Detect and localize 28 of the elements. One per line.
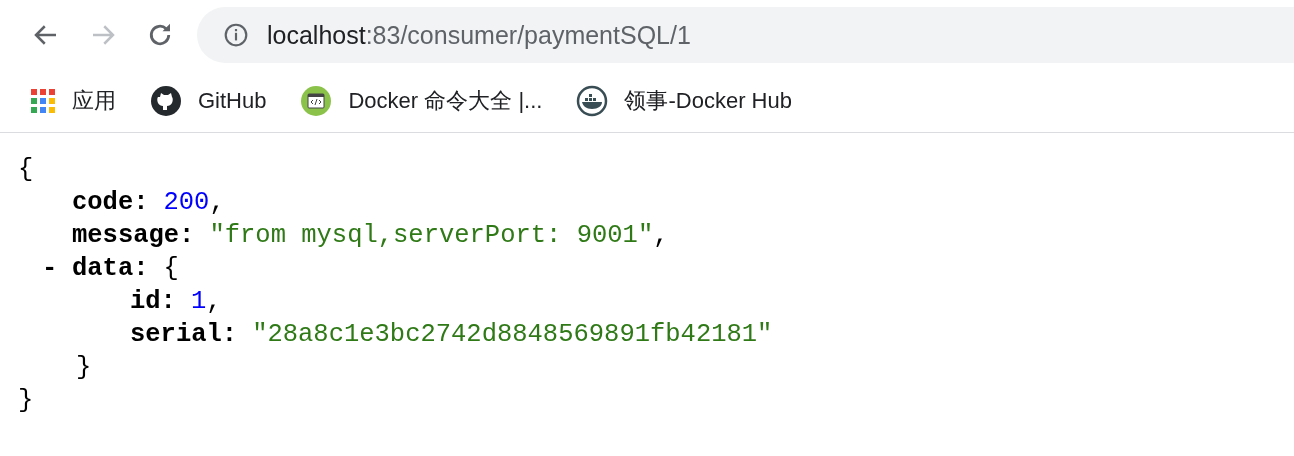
brace: } — [18, 386, 34, 415]
collapse-toggle[interactable]: - — [42, 252, 58, 285]
address-bar[interactable]: localhost:83/consumer/paymentSQL/1 — [197, 7, 1294, 63]
json-key: serial: — [130, 320, 238, 349]
bookmark-item[interactable]: GitHub — [150, 85, 267, 117]
brace: { — [163, 254, 179, 283]
json-value: "from mysql,serverPort: 9001" — [209, 221, 654, 250]
comma: , — [206, 287, 222, 316]
json-value: 1 — [190, 287, 207, 316]
whale-icon — [576, 85, 609, 117]
url-text: localhost:83/consumer/paymentSQL/1 — [267, 20, 691, 50]
brace: } — [76, 353, 92, 382]
apps-grid-icon — [30, 88, 56, 114]
comma: , — [209, 188, 225, 217]
code-window-icon — [300, 85, 333, 117]
json-key: id: — [130, 287, 176, 316]
json-value: 200 — [163, 188, 210, 217]
info-icon — [223, 22, 249, 48]
bookmark-item[interactable]: 领事-Docker Hub — [576, 85, 792, 117]
json-key: message: — [72, 221, 195, 250]
json-key: code: — [72, 188, 149, 217]
json-key: data: — [72, 254, 149, 283]
json-value: "28a8c1e3bc2742d8848569891fb42181" — [252, 320, 773, 349]
bookmark-item[interactable]: 应用 — [30, 86, 116, 116]
brace: { — [18, 155, 34, 184]
bookmark-item[interactable]: Docker 命令大全 |... — [300, 85, 543, 117]
cat-silhouette-icon — [150, 85, 182, 117]
comma: , — [653, 221, 669, 250]
